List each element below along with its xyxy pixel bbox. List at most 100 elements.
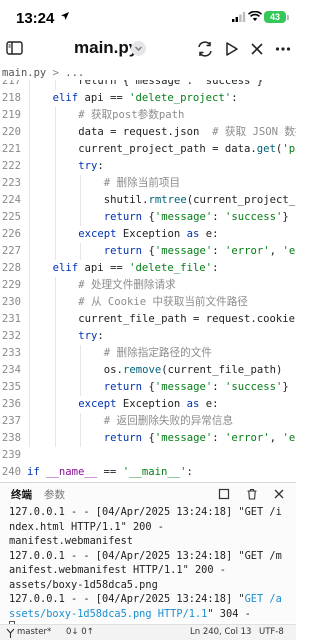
code-token: 'error' <box>225 432 270 444</box>
code-line[interactable]: 220 data = request.json # 获取 JSON 数据 <box>0 124 296 141</box>
run-button[interactable] <box>224 40 240 58</box>
code-line[interactable]: 217 return {'message': 'success'} <box>0 80 296 90</box>
file-title[interactable]: main.py <box>74 38 138 58</box>
code-token: 'error' <box>282 432 296 444</box>
code-line[interactable]: 225 return {'message': 'success'} <box>0 209 296 226</box>
indent-guide <box>54 243 56 260</box>
code-text: # 处理文件删除请求 <box>78 277 176 294</box>
tab-parameters[interactable]: 参数 <box>44 487 65 502</box>
terminal-output[interactable]: 127.0.0.1 - - [04/Apr/2025 13:24:18] "GE… <box>9 505 293 636</box>
code-token: '__main__' <box>122 466 187 478</box>
indent-guide <box>54 124 56 141</box>
git-branch[interactable]: master* <box>17 627 51 637</box>
code-token: == <box>97 466 123 478</box>
maximize-panel-icon[interactable] <box>218 488 230 500</box>
line-number: 236 <box>1 398 21 410</box>
code-line[interactable]: 240 if __name__ == '__main__': <box>0 464 296 481</box>
code-line[interactable]: 222 try: <box>0 158 296 175</box>
code-line[interactable]: 221 current_project_path = data.get('path… <box>0 141 296 158</box>
terminal-text: GET /a <box>244 593 282 605</box>
code-line[interactable]: 231 current_file_path = request.cookies <box>0 311 296 328</box>
code-token: 'message' <box>154 381 213 393</box>
code-line[interactable]: 223 # 删除当前项目 <box>0 175 296 192</box>
code-text: # 从 Cookie 中获取当前文件路径 <box>78 294 248 311</box>
code-text: try: <box>78 328 104 345</box>
code-line[interactable]: 218 elif api == 'delete_project': <box>0 90 296 107</box>
indent-guide <box>29 362 30 379</box>
code-line[interactable]: 224 shutil.rmtree(current_project_path) <box>0 192 296 209</box>
indent-guide <box>80 413 82 430</box>
cellular-signal-icon <box>232 12 246 22</box>
git-sync-counts[interactable]: 0↓ 0↑ <box>66 627 94 637</box>
code-token: Exception <box>122 398 187 410</box>
clear-terminal-icon[interactable] <box>246 488 258 500</box>
code-token: get <box>256 143 276 155</box>
code-line[interactable]: 233 # 删除指定路径的文件 <box>0 345 296 362</box>
code-line[interactable]: 239 <box>0 447 296 464</box>
code-token: return <box>103 211 149 223</box>
code-token: data = request.json <box>78 126 213 138</box>
code-token: 'delete_project' <box>129 92 232 104</box>
tab-terminal[interactable]: 终端 <box>11 487 32 502</box>
line-number: 227 <box>1 245 21 257</box>
indent-guide <box>54 345 56 362</box>
code-line[interactable]: 237 # 返回删除失败的异常信息 <box>0 413 296 430</box>
code-line[interactable]: 228 elif api == 'delete_file': <box>0 260 296 277</box>
indent-guide <box>54 175 56 192</box>
breadcrumb[interactable]: main.py > ... <box>2 67 84 79</box>
line-number: 230 <box>1 296 21 308</box>
code-token: as <box>186 228 206 240</box>
indent-guide <box>29 90 30 107</box>
close-button[interactable] <box>249 40 265 58</box>
breadcrumb-file[interactable]: main.py <box>2 67 46 79</box>
code-token: e: <box>205 398 219 410</box>
file-menu-button[interactable] <box>131 41 146 56</box>
indent-guide <box>29 277 30 294</box>
sync-button[interactable] <box>196 40 214 58</box>
code-token: Exception <box>122 228 187 240</box>
indent-guide <box>80 209 82 226</box>
code-token: remove <box>122 364 162 376</box>
code-line[interactable]: 236 except Exception as e: <box>0 396 296 413</box>
more-options-button[interactable] <box>275 40 291 58</box>
file-encoding[interactable]: UTF-8 <box>259 627 284 637</box>
terminal-text: anifest.webmanifest HTTP/1.1" 200 - <box>9 564 226 576</box>
code-editor[interactable]: 217 return {'message': 'success'} 218 elif … <box>0 80 296 482</box>
code-token: os. <box>103 364 123 376</box>
breadcrumb-tail[interactable]: ... <box>65 67 84 79</box>
code-line[interactable]: 232 try: <box>0 328 296 345</box>
code-line[interactable]: 234 os.remove(current_file_path) <box>0 362 296 379</box>
indent-guide <box>54 158 56 175</box>
code-token: as <box>186 398 206 410</box>
code-line[interactable]: 219 # 获取post参数path <box>0 107 296 124</box>
code-text: # 返回删除失败的异常信息 <box>104 413 233 430</box>
code-token: : <box>97 160 104 172</box>
line-number: 218 <box>1 92 21 104</box>
code-line[interactable]: 227 return {'message': 'error', 'error': … <box>0 243 296 260</box>
cursor-position[interactable]: Ln 240, Col 13 <box>190 627 251 637</box>
code-line[interactable]: 229 # 处理文件删除请求 <box>0 277 296 294</box>
code-token: : <box>186 466 193 478</box>
code-text: elif api == 'delete_file': <box>53 260 219 277</box>
indent-guide <box>80 430 82 447</box>
code-token: # 删除当前项目 <box>103 177 181 189</box>
indent-guide <box>80 345 82 362</box>
code-token: except <box>78 228 123 240</box>
close-panel-icon[interactable] <box>273 488 285 500</box>
code-line[interactable]: 235 return {'message': 'success'} <box>0 379 296 396</box>
sidebar-toggle-icon[interactable] <box>6 40 24 56</box>
code-token: return <box>103 381 149 393</box>
code-line[interactable]: 226 except Exception as e: <box>0 226 296 243</box>
indent-guide <box>54 192 56 209</box>
line-number: 239 <box>1 449 21 461</box>
indent-guide <box>80 192 82 209</box>
indent-guide <box>54 311 56 328</box>
code-token: : <box>212 381 226 393</box>
code-token: : <box>212 262 219 274</box>
code-token: api == <box>84 92 130 104</box>
code-token: : <box>212 432 226 444</box>
code-line[interactable]: 238 return {'message': 'error', 'error': … <box>0 430 296 447</box>
indent-guide <box>29 226 30 243</box>
code-line[interactable]: 230 # 从 Cookie 中获取当前文件路径 <box>0 294 296 311</box>
code-token: shutil. <box>103 194 149 206</box>
